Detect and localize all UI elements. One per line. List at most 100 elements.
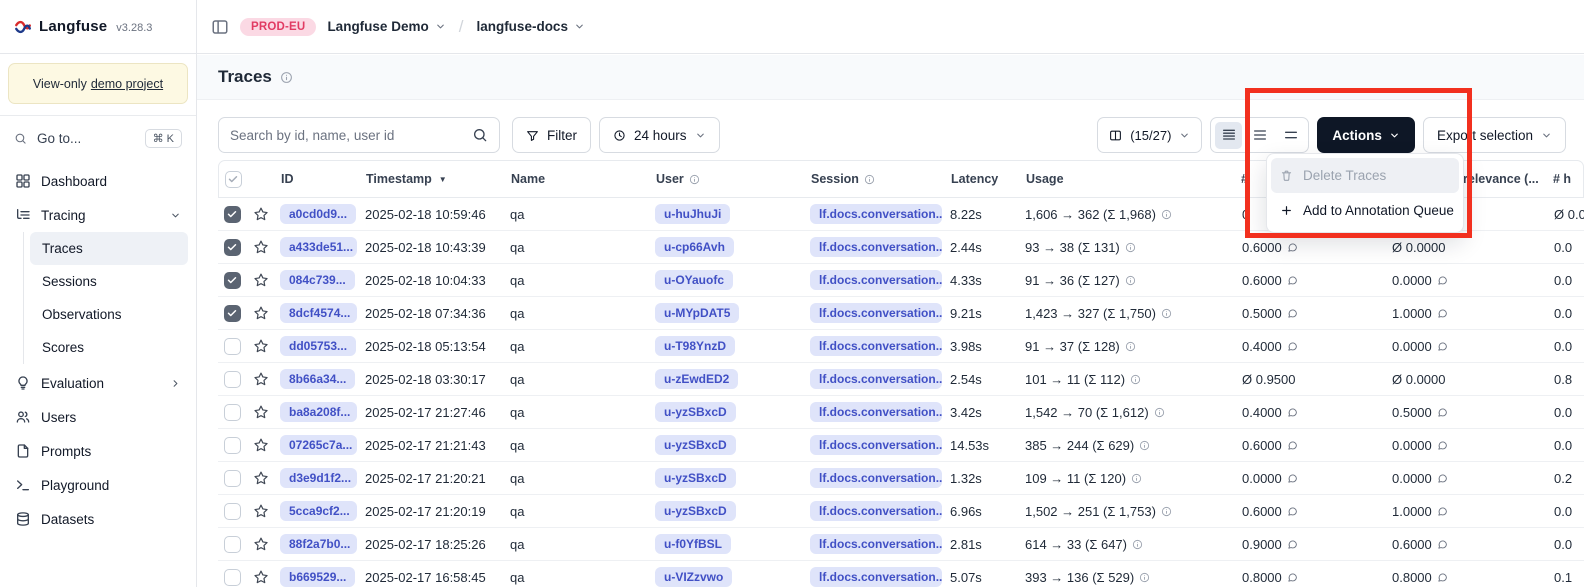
trace-id-badge[interactable]: 8dcf4574...	[280, 303, 357, 323]
row-height-tall-toggle[interactable]	[1277, 122, 1304, 149]
session-id-badge[interactable]: lf.docs.conversation...	[810, 204, 942, 224]
session-id-badge[interactable]: lf.docs.conversation...	[810, 237, 942, 257]
column-header-relevance[interactable]: relevance (...	[1459, 172, 1549, 186]
bookmark-star-icon[interactable]	[253, 470, 269, 486]
sidebar-item-sessions[interactable]: Sessions	[30, 265, 188, 298]
export-selection-button[interactable]: Export selection	[1423, 117, 1566, 153]
trace-id-badge[interactable]: 07265c7a...	[280, 435, 357, 455]
bookmark-star-icon[interactable]	[253, 437, 269, 453]
user-id-badge[interactable]: u-zEwdED2	[655, 369, 738, 389]
user-id-badge[interactable]: u-MYpDAT5	[655, 303, 739, 323]
column-header-timestamp[interactable]: Timestamp▼	[362, 172, 507, 186]
sidebar-toggle-icon[interactable]	[211, 18, 229, 36]
bookmark-star-icon[interactable]	[253, 338, 269, 354]
time-range-button[interactable]: 24 hours	[599, 117, 720, 153]
row-checkbox[interactable]	[224, 305, 241, 322]
column-header-h[interactable]: # h	[1549, 172, 1584, 186]
trace-id-badge[interactable]: d3e9d1f2...	[280, 468, 357, 488]
user-id-badge[interactable]: u-yzSBxcD	[655, 468, 736, 488]
sidebar-item-users[interactable]: Users	[8, 400, 188, 434]
session-id-badge[interactable]: lf.docs.conversation...	[810, 402, 942, 422]
goto-search[interactable]: Go to... ⌘ K	[0, 116, 196, 160]
row-checkbox[interactable]	[224, 239, 241, 256]
trace-id-badge[interactable]: ba8a208f...	[280, 402, 357, 422]
table-row[interactable]: 8b66a34...2025-02-18 03:30:17qau-zEwdED2…	[218, 363, 1584, 396]
row-checkbox[interactable]	[224, 371, 241, 388]
row-checkbox[interactable]	[224, 569, 241, 586]
user-id-badge[interactable]: u-huJhuJi	[655, 204, 730, 224]
trace-id-badge[interactable]: 88f2a7b0...	[280, 534, 357, 554]
table-row[interactable]: 5cca9cf2...2025-02-17 21:20:19qau-yzSBxc…	[218, 495, 1584, 528]
user-id-badge[interactable]: u-yzSBxcD	[655, 435, 736, 455]
sidebar-item-observations[interactable]: Observations	[30, 298, 188, 331]
select-all-checkbox[interactable]	[225, 171, 242, 188]
project-selector[interactable]: langfuse-docs	[476, 19, 585, 34]
bookmark-star-icon[interactable]	[253, 536, 269, 552]
sidebar-item-prompts[interactable]: Prompts	[8, 434, 188, 468]
sidebar-item-traces[interactable]: Traces	[30, 232, 188, 265]
user-id-badge[interactable]: u-f0YfBSL	[655, 534, 731, 554]
user-id-badge[interactable]: u-yzSBxcD	[655, 402, 736, 422]
bookmark-star-icon[interactable]	[253, 404, 269, 420]
trace-id-badge[interactable]: 5cca9cf2...	[280, 501, 357, 521]
column-header-name[interactable]: Name	[507, 172, 652, 186]
org-selector[interactable]: Langfuse Demo	[327, 19, 445, 34]
session-id-badge[interactable]: lf.docs.conversation...	[810, 303, 942, 323]
session-id-badge[interactable]: lf.docs.conversation...	[810, 369, 942, 389]
row-height-medium-toggle[interactable]	[1246, 122, 1273, 149]
trace-id-badge[interactable]: 8b66a34...	[280, 369, 355, 389]
row-checkbox[interactable]	[224, 503, 241, 520]
trace-id-badge[interactable]: b669529...	[280, 567, 355, 587]
table-row[interactable]: d3e9d1f2...2025-02-17 21:20:21qau-yzSBxc…	[218, 462, 1584, 495]
row-checkbox[interactable]	[224, 437, 241, 454]
column-header-session[interactable]: Session	[807, 172, 947, 186]
session-id-badge[interactable]: lf.docs.conversation...	[810, 534, 942, 554]
session-id-badge[interactable]: lf.docs.conversation...	[810, 435, 942, 455]
table-row[interactable]: 8dcf4574...2025-02-18 07:34:36qau-MYpDAT…	[218, 297, 1584, 330]
search-input[interactable]	[219, 128, 461, 143]
row-checkbox[interactable]	[224, 338, 241, 355]
table-row[interactable]: 084c739...2025-02-18 10:04:33qau-OYauofc…	[218, 264, 1584, 297]
column-header-usage[interactable]: Usage	[1022, 172, 1237, 186]
column-header-user[interactable]: User	[652, 172, 807, 186]
table-row[interactable]: 88f2a7b0...2025-02-17 18:25:26qau-f0YfBS…	[218, 528, 1584, 561]
table-row[interactable]: a433de51...2025-02-18 10:43:39qau-cp66Av…	[218, 231, 1584, 264]
session-id-badge[interactable]: lf.docs.conversation...	[810, 270, 942, 290]
bookmark-star-icon[interactable]	[253, 239, 269, 255]
user-id-badge[interactable]: u-OYauofc	[655, 270, 733, 290]
menu-item-add-to-annotation-queue[interactable]: Add to Annotation Queue	[1271, 193, 1459, 228]
bookmark-star-icon[interactable]	[253, 305, 269, 321]
table-row[interactable]: 07265c7a...2025-02-17 21:21:43qau-yzSBxc…	[218, 429, 1584, 462]
trace-id-badge[interactable]: dd05753...	[280, 336, 356, 356]
bookmark-star-icon[interactable]	[253, 503, 269, 519]
table-row[interactable]: ba8a208f...2025-02-17 21:27:46qau-yzSBxc…	[218, 396, 1584, 429]
sidebar-item-scores[interactable]: Scores	[30, 331, 188, 364]
bookmark-star-icon[interactable]	[253, 272, 269, 288]
trace-id-badge[interactable]: a0cd0d9...	[280, 204, 356, 224]
search-submit-button[interactable]	[461, 118, 499, 152]
trace-id-badge[interactable]: a433de51...	[280, 237, 357, 257]
row-checkbox[interactable]	[224, 404, 241, 421]
sidebar-item-dashboard[interactable]: Dashboard	[8, 164, 188, 198]
actions-button[interactable]: Actions	[1317, 117, 1415, 153]
bookmark-star-icon[interactable]	[253, 569, 269, 585]
user-id-badge[interactable]: u-VIZzvwo	[655, 567, 732, 587]
sidebar-item-datasets[interactable]: Datasets	[8, 502, 188, 536]
session-id-badge[interactable]: lf.docs.conversation...	[810, 336, 942, 356]
user-id-badge[interactable]: u-yzSBxcD	[655, 501, 736, 521]
session-id-badge[interactable]: lf.docs.conversation...	[810, 567, 942, 587]
row-checkbox[interactable]	[224, 272, 241, 289]
column-visibility-button[interactable]: (15/27)	[1097, 117, 1202, 153]
bookmark-star-icon[interactable]	[253, 206, 269, 222]
user-id-badge[interactable]: u-T98YnzD	[655, 336, 735, 356]
user-id-badge[interactable]: u-cp66Avh	[655, 237, 734, 257]
sidebar-item-playground[interactable]: Playground	[8, 468, 188, 502]
column-header-id[interactable]: ID	[277, 172, 362, 186]
table-row[interactable]: b669529...2025-02-17 16:58:45qau-VIZzvwo…	[218, 561, 1584, 587]
sidebar-item-evaluation[interactable]: Evaluation	[8, 366, 188, 400]
row-checkbox[interactable]	[224, 536, 241, 553]
row-checkbox[interactable]	[224, 470, 241, 487]
row-checkbox[interactable]	[224, 206, 241, 223]
row-height-compact-toggle[interactable]	[1215, 122, 1242, 149]
bookmark-star-icon[interactable]	[253, 371, 269, 387]
